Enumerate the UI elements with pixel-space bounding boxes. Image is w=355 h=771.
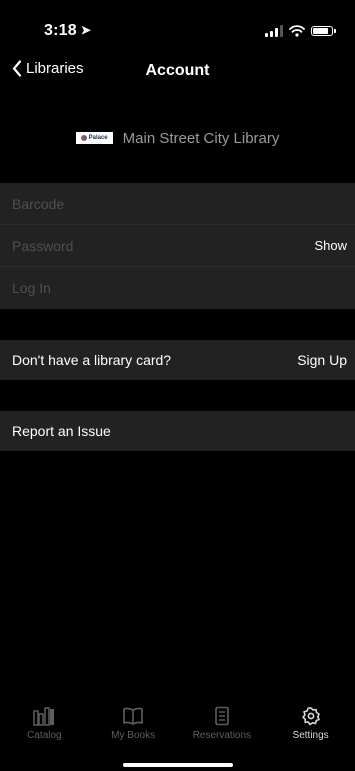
cellular-signal-icon (265, 25, 283, 37)
library-header: Palace Main Street City Library (0, 118, 355, 158)
tab-catalog-label: Catalog (27, 730, 62, 741)
login-form: Show Log In (0, 183, 355, 309)
tab-settings-label: Settings (292, 730, 329, 741)
library-name: Main Street City Library (122, 129, 280, 147)
show-password-button[interactable]: Show (314, 225, 347, 267)
tab-my-books[interactable]: My Books (89, 698, 178, 758)
tab-bar: Catalog My Books Reservations Settings (0, 698, 355, 758)
battery-icon (311, 26, 336, 36)
tab-my-books-label: My Books (111, 730, 156, 741)
signup-prompt: Don't have a library card? (12, 352, 172, 368)
location-arrow-icon: ➤ (80, 23, 92, 37)
tab-settings[interactable]: Settings (266, 698, 355, 758)
home-indicator[interactable] (123, 763, 233, 767)
library-logo-text: Palace (88, 135, 108, 141)
status-time: 3:18 ➤ (44, 22, 91, 40)
barcode-input[interactable] (12, 183, 262, 225)
gear-icon (301, 707, 320, 726)
signup-button[interactable]: Sign Up (297, 340, 347, 380)
password-row: Show (0, 225, 355, 267)
status-bar: 3:18 ➤ (0, 0, 355, 54)
tab-reservations[interactable]: Reservations (178, 698, 267, 758)
login-button[interactable]: Log In (12, 267, 51, 309)
page-title: Account (145, 62, 210, 79)
report-issue-label: Report an Issue (12, 423, 111, 439)
barcode-row (0, 183, 355, 225)
book-icon (123, 707, 143, 725)
wifi-icon (289, 25, 305, 37)
status-icons (265, 25, 336, 37)
password-input[interactable] (12, 225, 262, 267)
reservations-icon (215, 706, 229, 726)
tab-reservations-label: Reservations (192, 730, 252, 741)
library-logo: Palace (75, 132, 113, 144)
status-time-text: 3:18 (44, 22, 77, 39)
palace-logo-icon (80, 135, 87, 141)
navigation-bar: Libraries Account (0, 54, 355, 90)
report-issue-row[interactable]: Report an Issue (0, 411, 355, 451)
tab-catalog[interactable]: Catalog (0, 698, 89, 758)
login-row[interactable]: Log In (0, 267, 355, 309)
catalog-icon (33, 707, 55, 726)
signup-row[interactable]: Don't have a library card? Sign Up (0, 340, 355, 380)
